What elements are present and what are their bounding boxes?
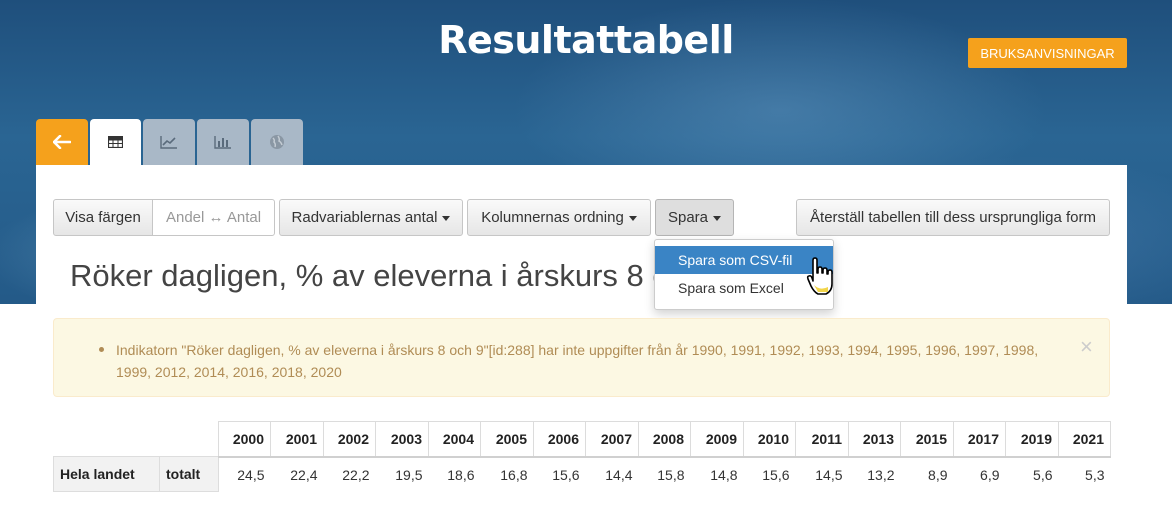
blank-header <box>160 422 219 457</box>
year-header[interactable]: 2002 <box>323 421 376 458</box>
table-cell: 6,9 <box>980 466 1000 483</box>
row-sublabel: totalt <box>159 456 219 492</box>
year-header[interactable]: 2004 <box>428 421 481 458</box>
table-cell: 14,4 <box>605 466 633 483</box>
year-header[interactable]: 2003 <box>375 421 429 458</box>
year-header[interactable]: 2009 <box>690 421 744 458</box>
show-colors-button[interactable]: Visa färgen <box>53 199 153 236</box>
tab-map[interactable] <box>251 119 303 165</box>
hand-cursor-icon <box>806 257 833 295</box>
row-variables-dropdown[interactable]: Radvariablernas antal <box>279 199 463 236</box>
year-header[interactable]: 2006 <box>533 421 586 458</box>
year-header[interactable]: 2015 <box>900 421 954 458</box>
tab-back[interactable] <box>36 119 88 165</box>
year-header[interactable]: 2005 <box>480 421 534 458</box>
table-cell: 14,8 <box>710 466 738 483</box>
back-arrow-icon <box>53 135 71 149</box>
column-order-label: Kolumnernas ordning <box>481 209 624 226</box>
indicator-heading: Röker dagligen, % av eleverna i årskurs … <box>70 258 670 293</box>
reset-table-button[interactable]: Återställ tabellen till dess ursprunglig… <box>796 199 1110 236</box>
year-header[interactable]: 2017 <box>953 421 1006 458</box>
globe-icon <box>270 135 284 149</box>
row-label: Hela landet <box>53 456 160 492</box>
caret-down-icon <box>628 216 637 221</box>
table-cell: 15,6 <box>552 466 580 483</box>
manual-button[interactable]: BRUKSANVISNINGAR <box>968 38 1127 68</box>
table-cell: 8,9 <box>928 466 948 483</box>
tab-table[interactable] <box>90 119 141 165</box>
tab-line-chart[interactable] <box>143 119 195 165</box>
blank-header <box>54 422 160 457</box>
table-cell: 15,6 <box>762 466 790 483</box>
year-header[interactable]: 2011 <box>795 421 849 458</box>
table-icon <box>108 136 123 148</box>
close-icon[interactable]: × <box>1080 336 1093 358</box>
table-row: Hela landet totalt 24,5 22,4 22,2 19,5 1… <box>53 456 1111 492</box>
year-header[interactable]: 2021 <box>1058 421 1111 458</box>
result-table: 2000 2001 2002 2003 2004 2005 2006 2007 … <box>53 421 1111 492</box>
table-cell: 18,6 <box>447 466 475 483</box>
caret-down-icon <box>442 216 451 221</box>
tab-bar-chart[interactable] <box>197 119 249 165</box>
table-cell: 24,5 <box>237 466 265 483</box>
table-cell: 19,5 <box>395 466 423 483</box>
year-header[interactable]: 2008 <box>638 421 691 458</box>
view-tabs <box>36 119 303 165</box>
year-header[interactable]: 2000 <box>218 421 271 458</box>
table-cell: 14,5 <box>815 466 843 483</box>
table-cell: 22,2 <box>342 466 370 483</box>
alert-bullet <box>99 347 104 352</box>
alert-text: Indikatorn "Röker dagligen, % av elevern… <box>116 342 1039 380</box>
caret-down-icon <box>713 216 722 221</box>
year-header[interactable]: 2010 <box>743 421 796 458</box>
table-header-row: 2000 2001 2002 2003 2004 2005 2006 2007 … <box>54 421 1111 458</box>
table-cell: 5,6 <box>1033 466 1053 483</box>
save-dropdown[interactable]: Spara <box>655 199 734 236</box>
share-count-toggle[interactable]: Andel ↔ Antal <box>152 199 275 236</box>
table-cell: 22,4 <box>290 466 318 483</box>
line-chart-icon <box>160 136 177 149</box>
year-header[interactable]: 2007 <box>585 421 639 458</box>
year-header[interactable]: 2001 <box>270 421 324 458</box>
table-cell: 5,3 <box>1085 466 1105 483</box>
row-variables-label: Radvariablernas antal <box>291 209 438 226</box>
save-label: Spara <box>667 209 709 226</box>
table-cell: 15,8 <box>657 466 685 483</box>
missing-data-alert: Indikatorn "Röker dagligen, % av elevern… <box>53 318 1110 397</box>
year-header[interactable]: 2013 <box>848 421 901 458</box>
table-cell: 13,2 <box>867 466 895 483</box>
table-cell: 16,8 <box>500 466 528 483</box>
column-order-dropdown[interactable]: Kolumnernas ordning <box>467 199 651 236</box>
year-header[interactable]: 2019 <box>1005 421 1059 458</box>
bar-chart-icon <box>214 136 231 149</box>
